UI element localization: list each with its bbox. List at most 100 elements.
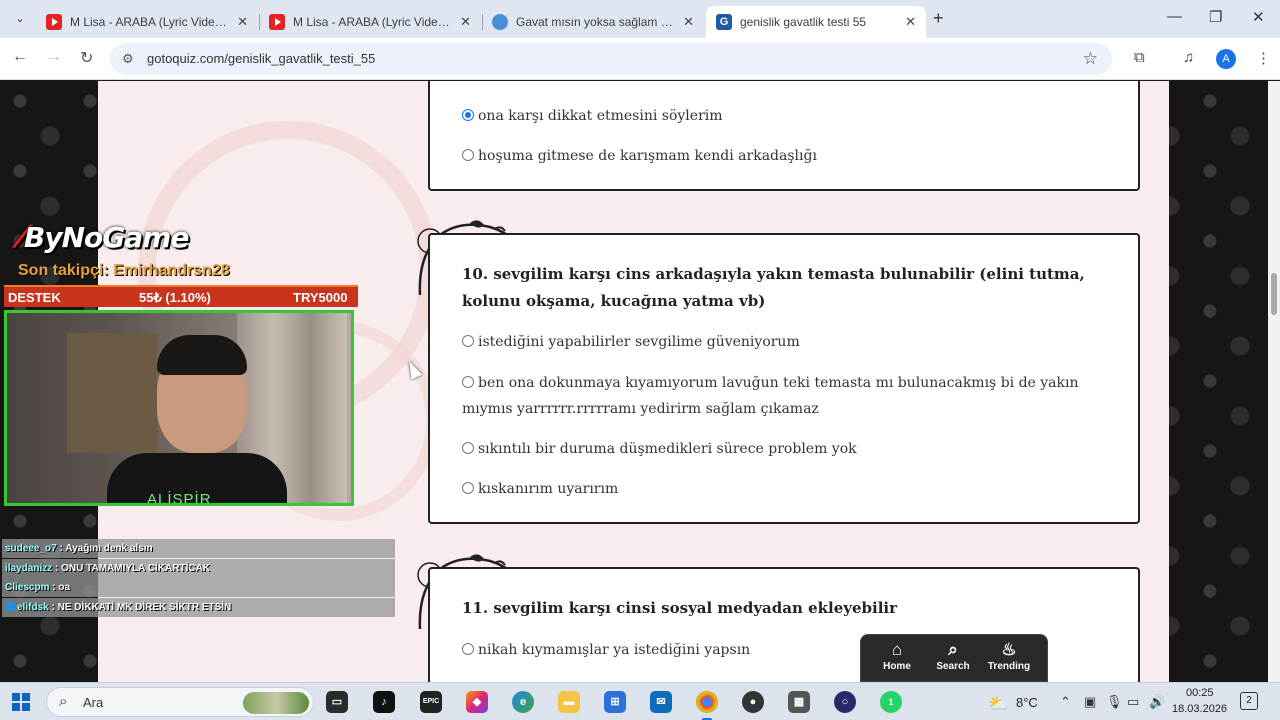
question-card-9: ona karşı dikkat etmesini söylerim hoşum… (428, 81, 1140, 191)
chrome-menu-icon[interactable]: ⋮ (1256, 49, 1271, 67)
answer-option[interactable]: ona karşı dikkat etmesini söylerim (462, 103, 1122, 129)
notification-icon[interactable]: 2 (1240, 692, 1258, 710)
option-label: kıskanırım uyarırım (478, 481, 619, 497)
tab-title: M Lisa - ARABA (Lyric Video) - \ (70, 15, 230, 29)
tab-strip: ⌄ M Lisa - ARABA (Lyric Video) - \ ✕ M L… (0, 0, 1280, 38)
restore-icon[interactable]: ❐ (1209, 8, 1222, 26)
globe-icon (492, 14, 508, 30)
bookmark-star-icon[interactable]: ☆ (1083, 49, 1098, 69)
last-follower-text: Son takipçi: Emirhandrsn28 (18, 262, 230, 279)
reload-icon[interactable]: ↻ (80, 48, 93, 68)
nav-trending[interactable]: ♨ Trending (981, 639, 1037, 672)
radio-button[interactable] (462, 442, 474, 454)
radio-button[interactable] (462, 376, 474, 388)
clock-time[interactable]: 00:25 (1186, 687, 1214, 699)
nav-home[interactable]: ⌂ Home (869, 639, 925, 672)
radio-button[interactable] (462, 149, 474, 161)
cortana-icon[interactable]: ○ (834, 691, 856, 713)
tab-title: Gavat mısın yoksa sağlam bir g (516, 15, 676, 29)
option-label: ona karşı dikkat etmesini söylerim (478, 108, 723, 124)
obs-icon[interactable]: ● (742, 691, 764, 713)
file-explorer-icon[interactable]: ▬ (558, 691, 580, 713)
answer-option[interactable]: hoşuma gitmese de karışmam kendi arkadaş… (462, 143, 1122, 169)
chat-message: ilaydanizz : ONU TAMAMIYLA CİKARTİCAK (2, 558, 395, 578)
radio-button-selected[interactable] (462, 109, 474, 121)
nav-home-label: Home (883, 661, 911, 672)
weather-cloud-sun-icon[interactable]: ⛅ (988, 694, 1008, 714)
chat-message: sudeee_o7 : Ayağını denk alsın (2, 539, 395, 558)
calculator-icon[interactable]: ▦ (788, 691, 810, 713)
back-arrow-icon[interactable]: ← (12, 48, 28, 66)
answer-option[interactable]: kıskanırım uyarırım (462, 476, 1122, 502)
outlook-icon[interactable]: ✉ (650, 691, 672, 713)
new-tab-plus-icon[interactable]: + (933, 8, 944, 29)
tab-lisa-araba-1[interactable]: M Lisa - ARABA (Lyric Video) - \ ✕ (36, 6, 258, 38)
page-scrollbar[interactable] (1268, 81, 1280, 682)
chrome-icon[interactable] (696, 691, 718, 720)
close-tab-icon[interactable]: ✕ (237, 14, 248, 30)
browser-toolbar: ← → ↻ ⚙ gotoquiz.com/genislik_gavatlik_t… (0, 38, 1280, 80)
forward-arrow-icon[interactable]: → (46, 48, 62, 66)
chat-username: Cliescpm (5, 582, 50, 593)
streamer-hair (157, 335, 247, 375)
copilot-icon[interactable]: ◆ (466, 691, 488, 713)
youtube-icon (46, 14, 62, 30)
taskbar-search[interactable]: ⌕ Ara (46, 687, 314, 717)
minimize-icon[interactable]: — (1167, 8, 1182, 25)
tab-genislik-testi[interactable]: G genislik gavatlik testi 55 ✕ (706, 6, 926, 38)
volume-icon[interactable]: 🔊 (1149, 694, 1165, 710)
clock-date[interactable]: 18.03.2026 (1172, 703, 1227, 715)
chat-text: : Ayağını denk alsın (56, 543, 153, 554)
media-control-icon[interactable]: ♫ (1183, 49, 1194, 66)
weather-temperature[interactable]: 8°C (1016, 695, 1038, 710)
task-view-icon[interactable]: ▭ (326, 691, 348, 713)
tab-search-menu-icon[interactable]: ⌄ (10, 9, 30, 29)
windows-taskbar: ⌕ Ara ▭ ♪ EPIC ◆ e ▬ ⊞ ✉ ● ▦ ○ 1 ⛅ 8°C ⌃… (0, 682, 1280, 720)
windows-start-icon[interactable] (12, 693, 30, 711)
address-bar[interactable]: ⚙ gotoquiz.com/genislik_gavatlik_testi_5… (110, 43, 1112, 75)
profile-avatar[interactable]: A (1216, 49, 1236, 69)
radio-button[interactable] (462, 643, 474, 655)
microsoft-store-icon[interactable]: ⊞ (604, 691, 626, 713)
chat-username: elifdsk (17, 601, 49, 613)
network-icon[interactable]: ▭ (1127, 694, 1139, 710)
tab-gavat-quiz[interactable]: Gavat mısın yoksa sağlam bir g ✕ (482, 6, 704, 38)
subscriber-badge-icon (5, 601, 15, 611)
meet-icon[interactable]: ▣ (1084, 694, 1096, 710)
url-text[interactable]: gotoquiz.com/genislik_gavatlik_testi_55 (147, 51, 375, 66)
chat-text: : NE DİKKATİ MK DİREK SİKTR ETSİN (48, 601, 232, 613)
tab-lisa-araba-2[interactable]: M Lisa - ARABA (Lyric Video) - \ ✕ (259, 6, 481, 38)
site-info-icon[interactable]: ⚙ (122, 51, 134, 67)
tiktok-icon[interactable]: ♪ (373, 691, 395, 713)
nav-trending-label: Trending (987, 661, 1031, 672)
radio-button[interactable] (462, 482, 474, 494)
chat-username: ilaydanizz (5, 562, 53, 574)
answer-option[interactable]: ben ona dokunmaya kıyamıyorum lavuğun te… (462, 370, 1122, 422)
close-window-icon[interactable]: ✕ (1252, 8, 1265, 26)
radio-button[interactable] (462, 335, 474, 347)
nav-search[interactable]: ⌕ Search (925, 639, 981, 672)
answer-option[interactable]: istediğini yapabilirler sevgilime güveni… (462, 329, 1122, 355)
microphone-icon[interactable]: 🎙 (1106, 694, 1123, 710)
bynogame-logo: ⁄ByNoGame (20, 220, 189, 255)
chat-text: : oa (49, 582, 71, 593)
chat-text: : ONU TAMAMIYLA CİKARTİCAK (52, 562, 211, 574)
whatsapp-icon[interactable]: 1 (880, 691, 902, 713)
answer-option[interactable]: sıkıntılı bir duruma düşmedikleri sürece… (462, 436, 1122, 462)
webcam-frame: ALİSPİR (4, 310, 354, 506)
chevron-up-icon[interactable]: ⌃ (1060, 694, 1071, 710)
scrollbar-thumb[interactable] (1271, 273, 1277, 315)
question-title: 11. sevgilim karşı cinsi sosyal medyadan… (462, 599, 898, 617)
edge-icon[interactable]: e (512, 691, 534, 713)
gotoquiz-icon: G (716, 14, 732, 30)
close-tab-icon[interactable]: ✕ (683, 14, 694, 30)
stream-chat: sudeee_o7 : Ayağını denk alsın ilaydaniz… (2, 539, 395, 617)
extensions-puzzle-icon[interactable]: ⧉ (1134, 49, 1145, 66)
donation-progress: 55₺ (1.10%) (139, 290, 211, 305)
search-icon: ⌕ (948, 640, 958, 659)
wall-poster (67, 333, 157, 453)
close-tab-icon[interactable]: ✕ (905, 14, 916, 30)
epic-games-icon[interactable]: EPIC (420, 691, 442, 713)
close-tab-icon[interactable]: ✕ (460, 14, 471, 30)
nav-search-label: Search (936, 661, 970, 672)
